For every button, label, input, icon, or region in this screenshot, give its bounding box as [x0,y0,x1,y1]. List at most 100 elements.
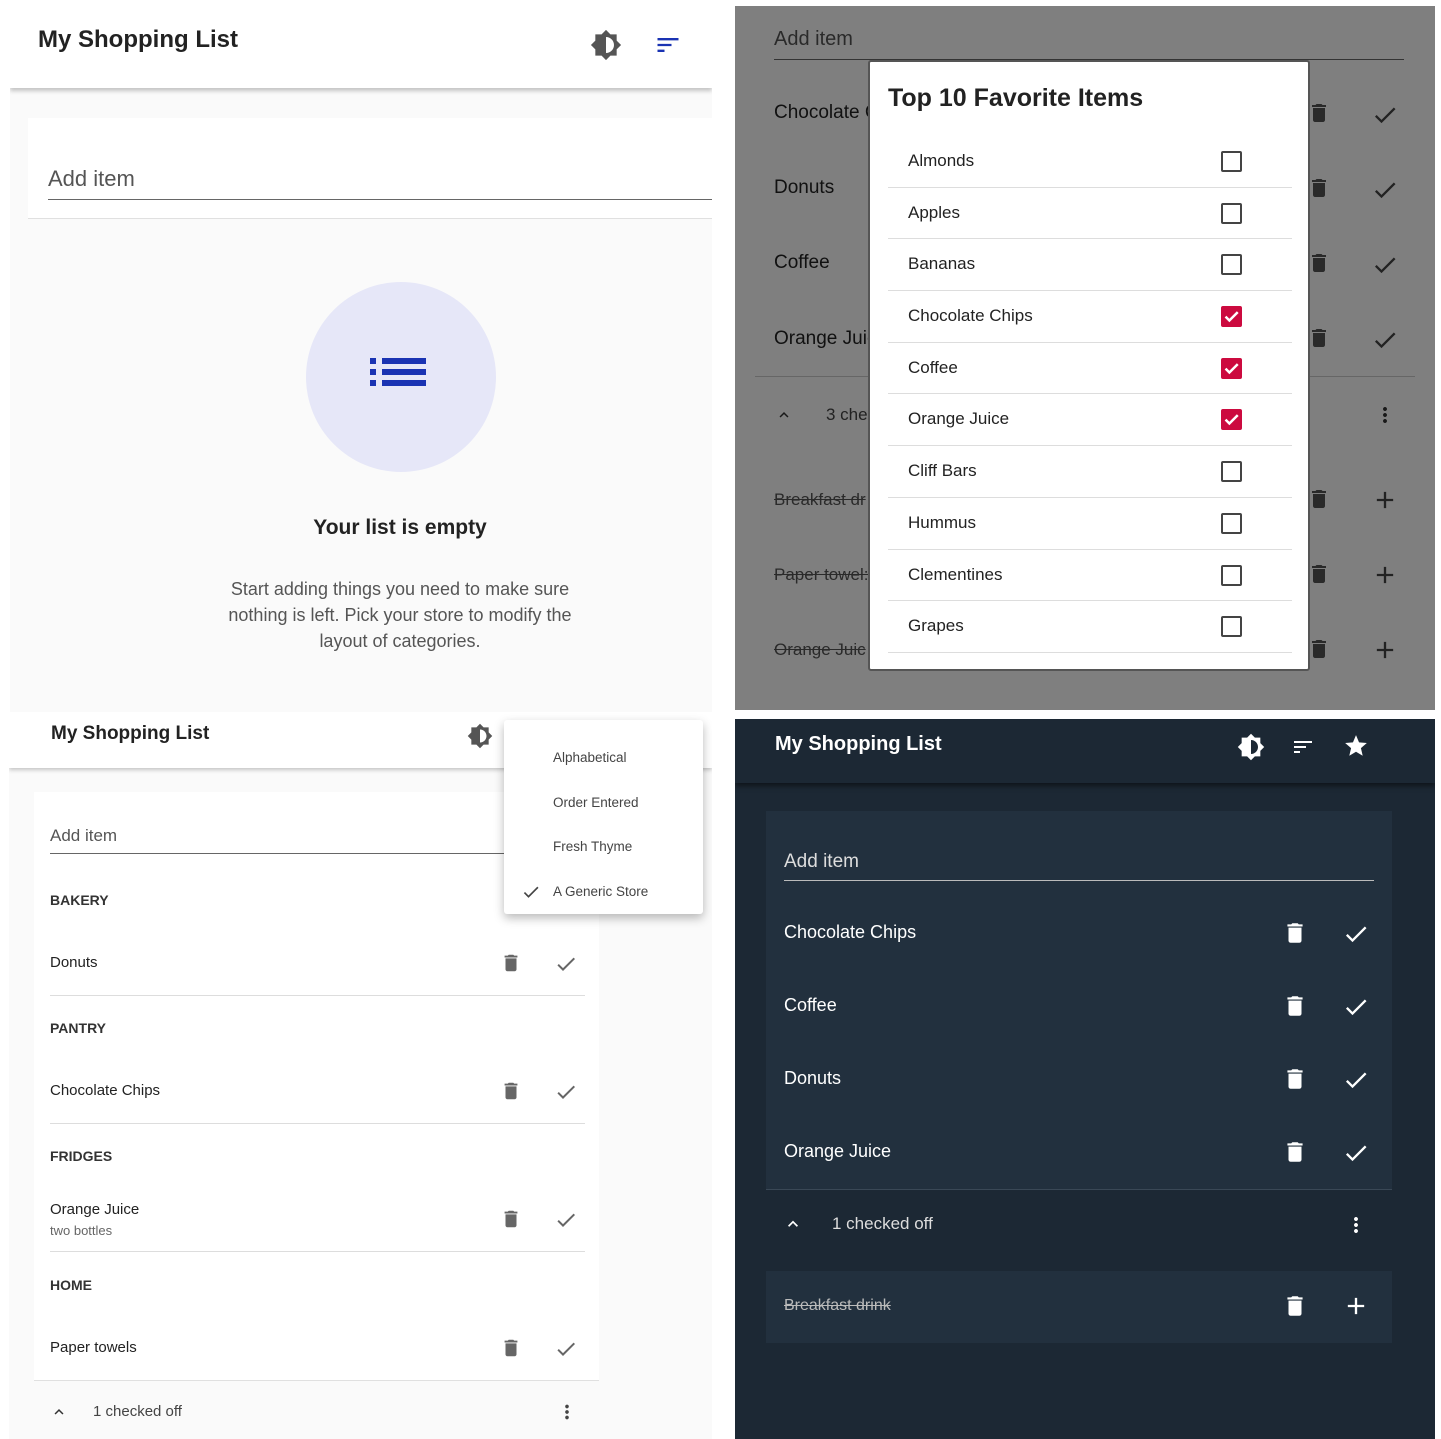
favorite-label: Cliff Bars [908,461,977,481]
trash-icon[interactable] [500,952,522,974]
list-item[interactable]: Coffee [784,995,837,1016]
trash-icon[interactable] [1282,1066,1308,1092]
checkbox[interactable] [1221,151,1242,172]
checkbox-checked[interactable] [1221,409,1242,431]
checked-items-card: Breakfast drink [766,1271,1392,1343]
checkbox[interactable] [1221,461,1242,483]
favorite-label: Clementines [908,564,1003,584]
trash-icon[interactable] [1282,1293,1308,1319]
divider [50,995,585,996]
favorite-row[interactable]: Almonds [888,136,1292,188]
add-item-card: Add item [28,118,712,219]
check-icon[interactable] [1342,1066,1370,1094]
trash-icon[interactable] [500,1208,522,1230]
checkbox[interactable] [1221,512,1242,534]
star-icon[interactable] [1343,733,1369,759]
empty-list-screen: My Shopping List Add item Your list is e… [10,0,712,712]
trash-icon[interactable] [500,1337,522,1359]
app-bar: My Shopping List [735,719,1435,783]
sort-option-generic-store[interactable]: A Generic Store [553,884,648,899]
app-title: My Shopping List [51,723,210,744]
add-item-input[interactable]: Add item [784,851,1374,881]
brightness-icon[interactable] [1237,733,1265,761]
category-header: BAKERY [50,892,109,908]
checked-item[interactable]: Breakfast drink [784,1297,891,1315]
list-item[interactable]: Chocolate Chips [50,1082,160,1099]
empty-title: Your list is empty [313,516,487,539]
favorites-list: Almonds Apples Bananas Chocolate Chips C… [888,136,1292,653]
favorite-row[interactable]: Bananas [888,239,1292,292]
more-vert-icon[interactable] [556,1401,578,1423]
checkbox[interactable] [1221,254,1242,276]
checkbox[interactable] [1221,616,1242,638]
favorite-row[interactable]: Grapes [888,601,1292,653]
list-item[interactable]: Donuts [50,954,98,971]
divider [50,1251,585,1252]
sort-icon[interactable] [654,31,682,59]
favorites-dialog-screen: Add item Chocolate C Donuts Coffee Orang… [735,6,1435,710]
trash-icon[interactable] [500,1080,522,1102]
trash-icon[interactable] [1282,1139,1308,1165]
item-note: two bottles [50,1223,113,1238]
trash-icon[interactable] [1282,920,1308,946]
checked-off-count: 1 checked off [93,1403,182,1420]
chevron-up-icon[interactable] [50,1403,68,1421]
app-title: My Shopping List [775,733,942,755]
favorite-row[interactable]: Chocolate Chips [888,291,1292,343]
favorite-label: Grapes [908,616,964,636]
check-icon[interactable] [554,1208,578,1232]
sort-option-order-entered[interactable]: Order Entered [553,795,639,810]
sort-option-alphabetical[interactable]: Alphabetical [553,750,627,765]
dialog-title: Top 10 Favorite Items [888,84,1144,112]
check-icon[interactable] [1342,1139,1370,1167]
app-bar: My Shopping List [10,0,712,88]
list-item[interactable]: Orange Juice [784,1141,891,1162]
more-vert-icon[interactable] [1344,1213,1368,1237]
add-icon[interactable] [1342,1292,1370,1320]
favorite-row[interactable]: Hummus [888,498,1292,550]
category-header: FRIDGES [50,1148,113,1164]
list-icon [370,358,426,386]
favorite-label: Bananas [908,254,976,274]
favorite-label: Coffee [908,357,958,377]
add-item-input[interactable]: Add item [48,162,712,200]
check-icon[interactable] [1342,920,1370,948]
favorite-label: Orange Juice [908,409,1010,429]
favorites-dialog: Top 10 Favorite Items Almonds Apples Ban… [868,60,1310,671]
check-icon[interactable] [554,1080,578,1104]
sort-icon[interactable] [1291,735,1315,759]
check-icon[interactable] [554,952,578,976]
list-item[interactable]: Orange Juice [50,1201,139,1218]
favorite-row[interactable]: Cliff Bars [888,446,1292,498]
divider [766,1189,1392,1190]
category-header: PANTRY [50,1020,106,1036]
checkbox-checked[interactable] [1221,357,1242,379]
app-title: My Shopping List [38,26,238,53]
divider [50,1123,585,1124]
check-icon [521,882,541,902]
favorite-label: Chocolate Chips [908,306,1033,326]
sort-option-fresh-thyme[interactable]: Fresh Thyme [553,839,632,854]
check-icon[interactable] [1342,993,1370,1021]
check-icon[interactable] [554,1337,578,1361]
brightness-icon[interactable] [467,723,493,749]
checkbox-checked[interactable] [1221,306,1242,328]
empty-illustration [306,282,496,472]
favorite-label: Hummus [908,512,977,532]
favorite-row[interactable]: Orange Juice [888,394,1292,447]
favorite-row[interactable]: Coffee [888,343,1292,395]
list-item[interactable]: Donuts [784,1068,841,1089]
brightness-icon[interactable] [590,29,622,61]
trash-icon[interactable] [1282,993,1308,1019]
checkbox[interactable] [1221,564,1242,586]
sort-menu: Alphabetical Order Entered Fresh Thyme A… [504,720,703,914]
checked-off-bar[interactable]: 1 checked off [34,1380,599,1439]
list-item[interactable]: Paper towels [50,1339,137,1356]
chevron-up-icon[interactable] [783,1214,803,1234]
favorite-row[interactable]: Clementines [888,550,1292,602]
checked-off-count: 1 checked off [832,1214,933,1233]
checkbox[interactable] [1221,202,1242,224]
favorite-row[interactable]: Apples [888,188,1292,240]
list-item[interactable]: Chocolate Chips [784,922,916,943]
category-header: HOME [50,1277,92,1293]
